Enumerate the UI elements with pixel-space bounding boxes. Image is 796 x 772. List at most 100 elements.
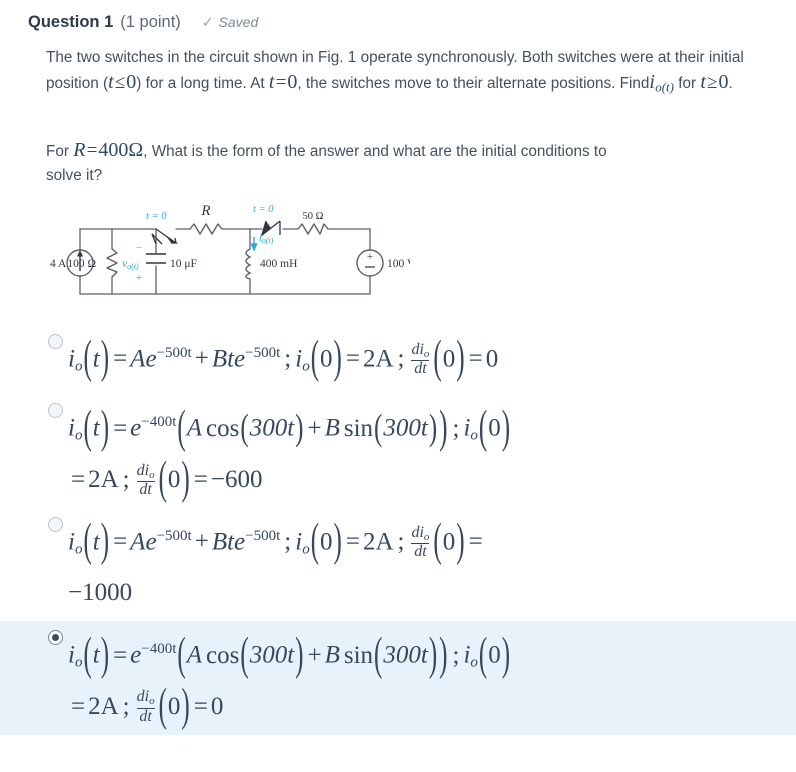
resistor-50-label: 50 Ω: [303, 211, 324, 222]
opt-a-ic-sub: o: [302, 358, 310, 375]
opt-c-coefA: A: [130, 528, 146, 556]
question-points: (1 point): [120, 13, 181, 31]
opt-d-deriv-num: di: [136, 688, 150, 706]
opt-d-l2-eq: =: [71, 692, 86, 720]
opt-c-plus: +: [194, 528, 209, 556]
answer-option-c[interactable]: io(t) = Ae−500t + Bte−500t; io(0) = 2A; dio dt (0)…: [0, 508, 796, 621]
prompt2-for: For: [46, 143, 74, 160]
radio-button-option-d[interactable]: [48, 630, 63, 646]
opt-a-deriv-val: 0: [485, 345, 499, 373]
opt-a-plus: +: [194, 345, 209, 373]
opt-d-cos: cos: [206, 641, 240, 669]
question-prompt-paragraph-1: The two switches in the circuit shown in…: [46, 46, 762, 100]
capacitor-label: 10 μF: [170, 258, 197, 270]
prompt-zero-1: 0: [126, 71, 137, 93]
opt-b-cos: cos: [206, 414, 240, 442]
opt-b-coefA: A: [186, 414, 203, 442]
opt-c-ic-val: 2A: [362, 528, 394, 556]
opt-a-exp-base-1: e: [145, 345, 157, 373]
opt-d-sin: sin: [343, 641, 374, 669]
opt-c-exp-1: −500t: [156, 527, 192, 544]
opt-b-exp: −400t: [141, 414, 177, 431]
opt-a-deriv-num-sub: o: [423, 347, 430, 360]
opt-b-plus: +: [307, 414, 322, 442]
opt-a-arg: t: [92, 345, 100, 373]
prompt-text-2: ) for a long time. At: [136, 75, 269, 92]
prompt-t-var-1: t: [108, 71, 114, 93]
opt-a-exp-base-2: e: [234, 345, 246, 373]
opt-c-ic-sub: o: [302, 541, 310, 558]
page-title: Question 1: [28, 13, 114, 31]
resistor-100-label: 100 Ω: [67, 258, 96, 270]
current-source-label: 4 A: [50, 258, 67, 270]
radio-button-option-a[interactable]: [48, 334, 63, 349]
opt-d-deriv-eq: =: [193, 692, 208, 720]
opt-c-semi-2: ;: [397, 528, 405, 556]
opt-d-sin-arg: 300t: [383, 641, 428, 669]
opt-d-plus: +: [307, 641, 322, 669]
opt-b-deriv-val: −600: [210, 465, 263, 493]
opt-d-exp: −400t: [141, 641, 177, 658]
voltage-source-symbol: +: [356, 249, 384, 277]
opt-d-io-sub: o: [74, 654, 83, 671]
opt-c-coefB: Bt: [211, 528, 235, 556]
prompt-eq: =: [275, 72, 287, 93]
opt-c-derivative-frac: dio dt: [408, 524, 432, 561]
question-prompt-paragraph-2: For R=400Ω, What is the form of the answ…: [46, 138, 646, 188]
opt-a-ic-val: 2A: [362, 345, 394, 373]
prompt2-R-symbol: R: [73, 139, 86, 161]
answer-option-b[interactable]: io(t) = e−400t(A cos(300t) + Bsin(300t)); io(0…: [0, 394, 796, 507]
answer-option-a[interactable]: io(t) = Ae−500t + Bte−500t; io(0) = 2A; dio dt (0)…: [0, 325, 796, 394]
opt-b-io: i: [68, 414, 75, 442]
opt-d-deriv-num-sub: o: [149, 695, 155, 708]
vsource-plus-sign: +: [367, 251, 373, 263]
opt-b-arg: t: [92, 414, 100, 442]
io-label: io(t): [259, 233, 274, 245]
opt-b-cos-arg: 300t: [249, 414, 295, 442]
resistor-100-symbol: [106, 248, 118, 278]
opt-d-coefB: B: [324, 641, 340, 669]
opt-b-sin-arg: 300t: [383, 414, 428, 442]
opt-c-semi-1: ;: [284, 528, 292, 556]
answer-options-list: io(t) = Ae−500t + Bte−500t; io(0) = 2A; dio dt (0)…: [0, 325, 796, 735]
answer-option-d[interactable]: io(t) = e−400t(A cos(300t) + Bsin(300t)); io(0…: [0, 621, 796, 735]
radio-button-option-b[interactable]: [48, 403, 63, 419]
opt-a-coefB: Bt: [211, 345, 235, 373]
opt-d-deriv-val: 0: [210, 692, 224, 720]
opt-a-deriv-den: dt: [411, 360, 430, 378]
opt-d-cos-arg: 300t: [249, 641, 295, 669]
switch-1-label: t = 0: [146, 211, 167, 222]
resistor-R-symbol: [189, 223, 223, 235]
opt-a-derivative-frac: dio dt: [408, 341, 432, 378]
opt-b-l2-eq: =: [71, 465, 86, 493]
radio-button-option-c[interactable]: [48, 516, 63, 532]
opt-d-io: i: [68, 641, 75, 669]
opt-a-coefA: A: [130, 345, 146, 373]
opt-b-deriv-num-sub: o: [149, 468, 155, 481]
prompt-leq: ≤: [114, 72, 126, 93]
opt-c-exp-base-1: e: [145, 528, 157, 556]
opt-b-deriv-eq: =: [193, 465, 208, 493]
resistor-R-label: R: [200, 203, 210, 219]
opt-b-derivative-frac: dio dt: [134, 461, 158, 499]
opt-d-semi: ;: [452, 641, 460, 669]
inductor-symbol: [245, 248, 252, 280]
opt-d-ic-sub: o: [470, 654, 478, 671]
prompt-period: .: [728, 75, 733, 92]
opt-c-deriv-arg: 0: [442, 528, 456, 556]
opt-b-deriv-num: di: [136, 461, 150, 479]
prompt-io-subscript: o(t): [655, 79, 674, 95]
opt-a-deriv-eq: =: [468, 345, 483, 373]
saved-label: Saved: [218, 14, 259, 30]
answer-option-d-text: io(t) = e−400t(A cos(300t) + Bsin(300t)); io(0…: [68, 629, 511, 680]
opt-a-ic-arg: 0: [320, 345, 333, 373]
opt-c-deriv-num-sub: o: [423, 530, 430, 543]
opt-c-deriv-eq: =: [468, 528, 483, 556]
opt-b-coefB: B: [324, 414, 340, 442]
opt-a-io: i: [68, 345, 75, 373]
opt-a-exp-1: −500t: [156, 345, 192, 361]
opt-b-exp-base: e: [130, 414, 142, 442]
prompt2-eq: =: [86, 140, 98, 161]
opt-d-l2-val: 2A: [88, 692, 119, 720]
opt-d-derivative-frac: dio dt: [134, 689, 158, 725]
